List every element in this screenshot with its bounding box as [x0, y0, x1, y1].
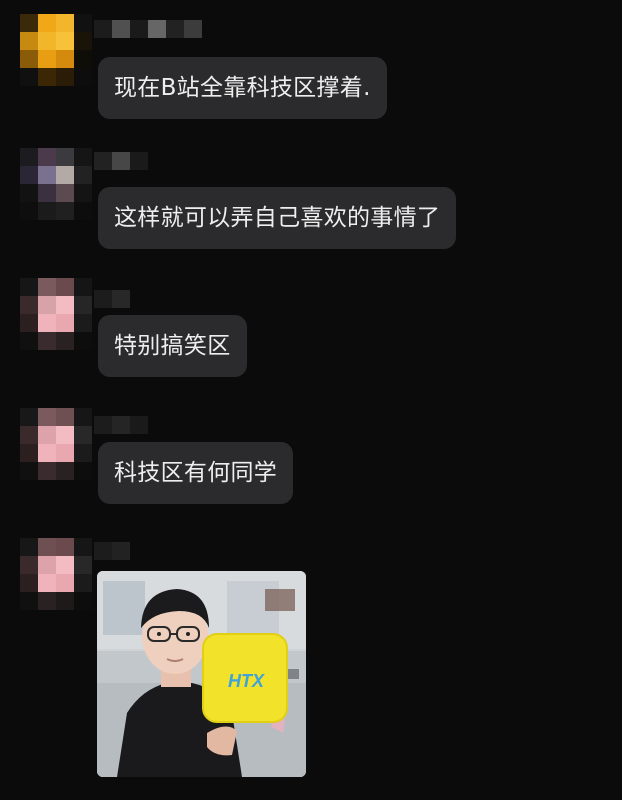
message-bubble[interactable]: 现在B站全靠科技区撑着.: [98, 57, 387, 119]
user-avatar-mosaic[interactable]: [20, 408, 92, 480]
sender-name-mosaic: [94, 416, 148, 434]
cube-label: HTX: [228, 671, 265, 691]
user-avatar-mosaic[interactable]: [20, 14, 92, 86]
chat-view[interactable]: 现在B站全靠科技区撑着. 这样就可以弄自己喜欢的事情了 特别搞笑区 科技区有何同…: [0, 0, 622, 800]
sender-name-mosaic: [94, 20, 202, 38]
sender-name-mosaic: [94, 290, 130, 308]
image-message[interactable]: HTX: [97, 571, 306, 777]
user-avatar-mosaic[interactable]: [20, 278, 92, 350]
sender-name-mosaic: [94, 542, 130, 560]
photo-image: HTX: [97, 571, 306, 777]
message-bubble[interactable]: 这样就可以弄自己喜欢的事情了: [98, 187, 457, 249]
sender-name-mosaic: [94, 152, 148, 170]
user-avatar-mosaic[interactable]: [20, 148, 92, 220]
message-bubble[interactable]: 特别搞笑区: [98, 315, 247, 377]
user-avatar-mosaic[interactable]: [20, 538, 92, 610]
message-bubble[interactable]: 科技区有何同学: [98, 442, 294, 504]
